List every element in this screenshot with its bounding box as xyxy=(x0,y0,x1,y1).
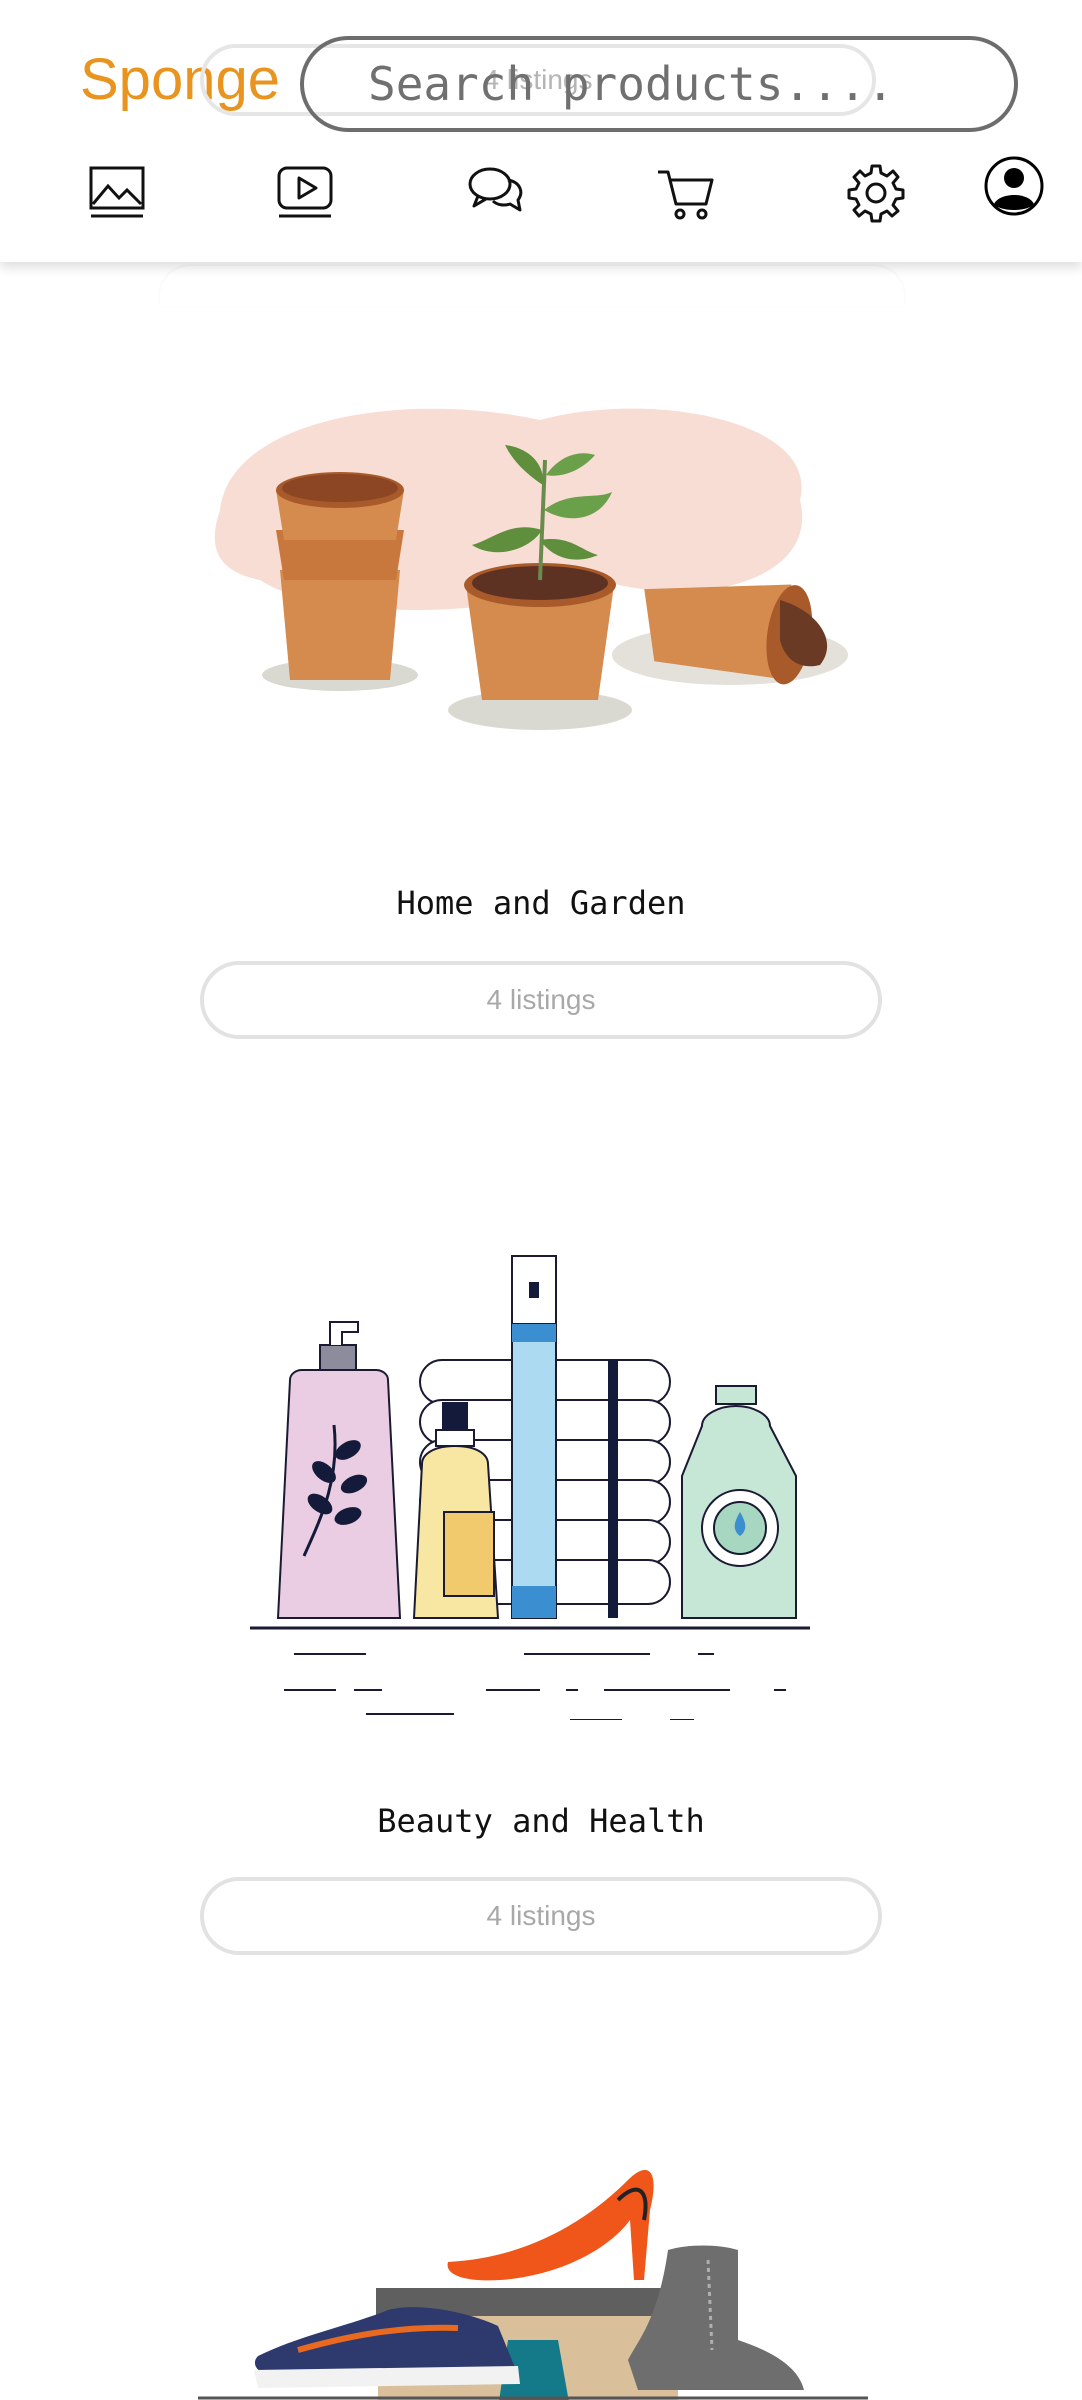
video-icon[interactable] xyxy=(274,160,338,224)
category-title[interactable]: Beauty and Health xyxy=(0,1802,1082,1840)
app-header: Sponge 4 listings xyxy=(0,0,1082,262)
cart-icon[interactable] xyxy=(654,160,718,224)
profile-icon[interactable] xyxy=(982,154,1046,218)
gear-icon[interactable] xyxy=(844,160,908,224)
image-icon[interactable] xyxy=(86,160,150,224)
chat-icon[interactable] xyxy=(464,160,528,224)
category-card-edge xyxy=(160,266,904,306)
flower-pots-illustration xyxy=(214,408,848,730)
category-title[interactable]: Home and Garden xyxy=(0,884,1082,922)
cosmetic-bottles-illustration xyxy=(250,1255,810,1720)
listings-button[interactable]: 4 listings xyxy=(200,961,882,1039)
shoes-illustration xyxy=(198,2170,868,2400)
listings-button[interactable]: 4 listings xyxy=(200,1877,882,1955)
search-input[interactable] xyxy=(300,36,1018,132)
